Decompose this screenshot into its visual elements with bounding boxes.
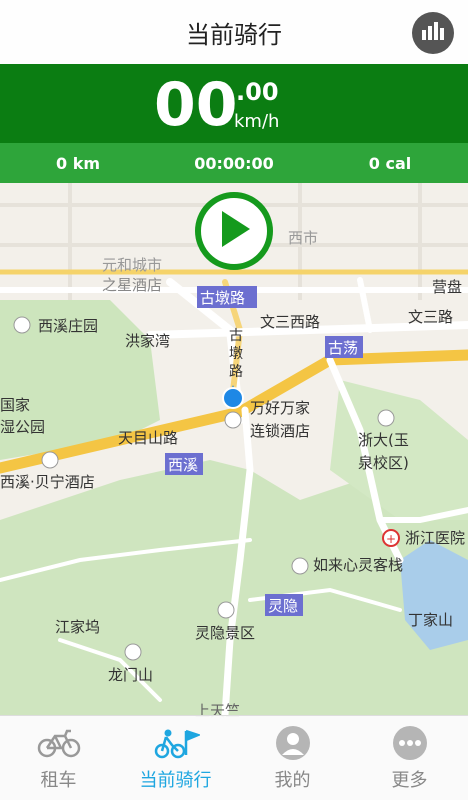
- riding-flag-icon: [152, 724, 200, 762]
- map-label-gudun-vertical: 古: [229, 328, 243, 344]
- distance-value: 0 km: [55, 153, 100, 173]
- map-label-xixi-zhuangyuan: 西溪庄园: [38, 317, 98, 335]
- map-label-gudang-station: 古荡: [328, 339, 358, 357]
- duration-value: 00:00:00: [194, 153, 274, 173]
- svg-text:墩: 墩: [229, 346, 243, 362]
- tab-label: 当前骑行: [139, 770, 212, 791]
- map-label-wanhao: 万好万家: [250, 399, 310, 417]
- map-label-tianmushan: 天目山路: [118, 429, 178, 447]
- speed-decimal: .00: [236, 78, 279, 106]
- svg-text:连锁酒店: 连锁酒店: [250, 422, 310, 440]
- map-label-xixi-station: 西溪: [168, 456, 198, 474]
- map-label-jiangjiawu: 江家坞: [55, 618, 100, 636]
- map-label-guojia: 国家: [0, 396, 30, 414]
- svg-text:+: +: [386, 532, 396, 546]
- bottom-tab-bar: 租车 当前骑行 我的 更多: [0, 715, 468, 800]
- map-label-yuanhe-city: 元和城市: [102, 256, 162, 274]
- tab-more[interactable]: 更多: [351, 716, 468, 800]
- tab-label: 租车: [40, 770, 77, 791]
- svg-text:路: 路: [229, 364, 243, 380]
- tab-label: 更多: [391, 770, 428, 791]
- tab-label: 我的: [274, 770, 311, 791]
- map-label-xishi: 西市: [288, 229, 318, 247]
- map-label-zhixing-hotel: 之星酒店: [102, 276, 162, 294]
- user-icon: [275, 724, 311, 762]
- map-label-wensan-lu: 文三路: [408, 308, 453, 326]
- speed-panel: 00 .00 km/h: [0, 64, 468, 143]
- map-label-hongjiawan: 洪家湾: [125, 332, 170, 350]
- start-ride-button[interactable]: [195, 192, 273, 270]
- page-title: 当前骑行: [186, 20, 282, 49]
- speed-value: 00: [154, 70, 238, 140]
- svg-text:湿公园: 湿公园: [0, 418, 45, 436]
- play-icon: [214, 207, 254, 255]
- map-label-xixi-beining: 西溪·贝宁酒店: [0, 473, 95, 491]
- map-label-gudun-lu: 古墩路: [200, 289, 245, 307]
- map-label-lingyin-station: 灵隐: [268, 597, 298, 615]
- header: 当前骑行: [0, 0, 468, 64]
- calories-value: 0 cal: [368, 153, 412, 173]
- stats-button[interactable]: [412, 12, 454, 54]
- tab-rent-bike[interactable]: 租车: [0, 716, 117, 800]
- svg-text:泉校区): 泉校区): [358, 454, 409, 472]
- map-label-rulaixin: 如来心灵客栈: [313, 556, 403, 574]
- tab-mine[interactable]: 我的: [234, 716, 351, 800]
- metrics-bar: 0 km 00:00:00 0 cal: [0, 143, 468, 183]
- speed-unit: km/h: [234, 111, 280, 132]
- bar-chart-icon: [420, 20, 446, 46]
- bicycle-icon: [37, 724, 81, 762]
- map-label-yingdi: 营盘: [432, 278, 462, 296]
- tab-current-ride[interactable]: 当前骑行: [117, 716, 234, 800]
- more-icon: [392, 724, 428, 762]
- map-label-dingjiashan: 丁家山: [408, 611, 453, 629]
- map-label-longmenshan: 龙门山: [108, 666, 153, 684]
- map-label-wensan-xilu: 文三西路: [260, 313, 320, 331]
- map-label-lingyin-scenic: 灵隐景区: [195, 624, 255, 642]
- map-label-zhejiang-hospital: 浙江医院: [405, 529, 465, 547]
- map-label-zheda: 浙大(玉: [358, 431, 409, 449]
